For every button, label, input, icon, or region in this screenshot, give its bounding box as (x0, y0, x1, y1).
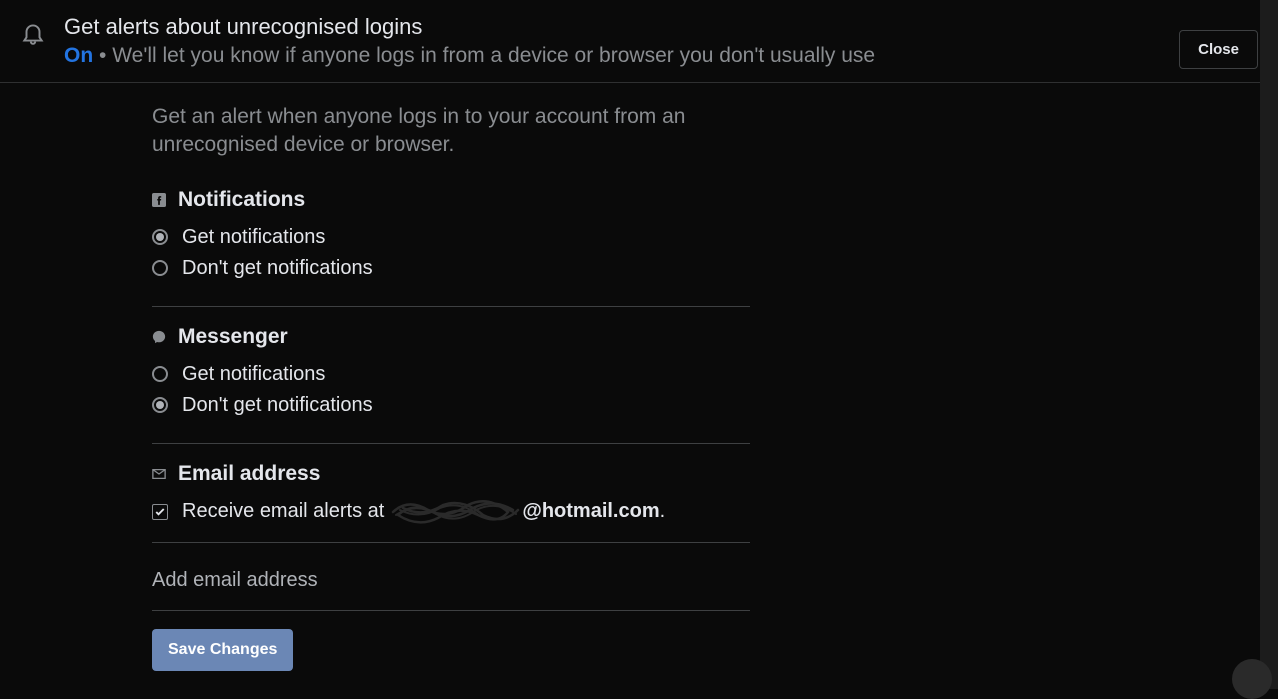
add-email-link[interactable]: Add email address (152, 561, 750, 611)
radio-label: Get notifications (182, 363, 325, 386)
notifications-radio-get[interactable]: Get notifications (152, 226, 750, 249)
header-title: Get alerts about unrecognised logins (64, 14, 1258, 40)
redacted-email (388, 500, 518, 524)
close-button[interactable]: Close (1179, 30, 1258, 69)
radio-icon (152, 229, 168, 245)
email-title: Email address (178, 462, 320, 486)
messenger-title: Messenger (178, 325, 288, 349)
email-section: Email address Receive email alerts at @h… (152, 462, 750, 543)
subtitle-text: We'll let you know if anyone logs in fro… (112, 44, 875, 67)
radio-icon (152, 397, 168, 413)
facebook-icon (152, 193, 166, 207)
radio-icon (152, 260, 168, 276)
radio-icon (152, 366, 168, 382)
notifications-title: Notifications (178, 188, 305, 212)
intro-text: Get an alert when anyone logs in to your… (152, 103, 750, 160)
messenger-radio-get[interactable]: Get notifications (152, 363, 750, 386)
notifications-section: Notifications Get notifications Don't ge… (152, 188, 750, 307)
checkbox-icon (152, 504, 168, 520)
save-changes-button[interactable]: Save Changes (152, 629, 293, 671)
bell-icon (20, 20, 46, 46)
notifications-header: Notifications (152, 188, 750, 212)
email-receive-prefix: Receive email alerts at (182, 500, 384, 523)
status-on: On (64, 44, 93, 67)
notifications-radio-dont[interactable]: Don't get notifications (152, 257, 750, 280)
email-header: Email address (152, 462, 750, 486)
messenger-section: Messenger Get notifications Don't get no… (152, 325, 750, 444)
separator: • (93, 44, 112, 67)
messenger-radio-dont[interactable]: Don't get notifications (152, 394, 750, 417)
envelope-icon (152, 467, 166, 481)
header-text-block: Get alerts about unrecognised logins On … (64, 14, 1258, 68)
messenger-header: Messenger (152, 325, 750, 349)
radio-label: Get notifications (182, 226, 325, 249)
radio-label: Don't get notifications (182, 394, 373, 417)
scrollbar[interactable] (1260, 0, 1278, 689)
email-period: . (660, 500, 666, 523)
settings-header: Get alerts about unrecognised logins On … (0, 0, 1278, 83)
email-domain: @hotmail.com (522, 500, 659, 523)
email-checkbox-option[interactable]: Receive email alerts at @hotmail.com. (152, 500, 750, 524)
checkbox-label: Receive email alerts at @hotmail.com. (182, 500, 665, 524)
header-subtitle: On • We'll let you know if anyone logs i… (64, 44, 1258, 68)
corner-circle (1232, 659, 1272, 699)
radio-label: Don't get notifications (182, 257, 373, 280)
messenger-icon (152, 330, 166, 344)
settings-content: Get an alert when anyone logs in to your… (0, 83, 750, 671)
